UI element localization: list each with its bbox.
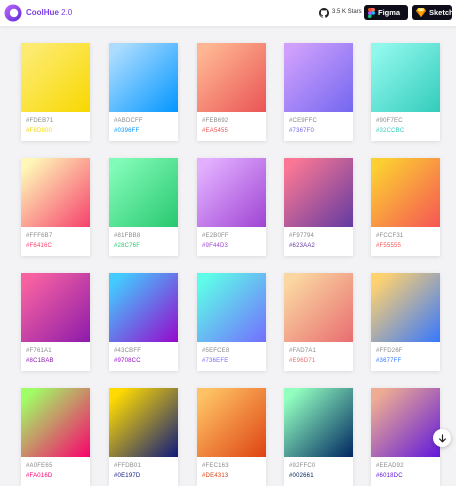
- gradient-end-hex[interactable]: #0E197D: [114, 473, 140, 479]
- gradient-start-hex[interactable]: #81FBB8: [114, 233, 140, 239]
- gradient-card[interactable]: #81FBB8 #28C76F: [109, 158, 178, 256]
- gradient-card[interactable]: #CE9FFC #7367F0: [284, 43, 353, 141]
- gradient-end-hex[interactable]: #EA5455: [202, 128, 228, 134]
- app-title[interactable]: CoolHue 2.0: [26, 8, 72, 17]
- arrow-down-icon: [438, 433, 446, 443]
- gradient-swatch[interactable]: [371, 273, 440, 342]
- gradient-swatch[interactable]: [284, 43, 353, 112]
- sketch-label: Sketch: [429, 8, 454, 17]
- gradient-start-hex[interactable]: #F97794: [289, 233, 314, 239]
- gradient-swatch[interactable]: [284, 273, 353, 342]
- gradient-card[interactable]: #FDEB71 #F8D800: [21, 43, 90, 141]
- github-icon[interactable]: [319, 8, 329, 18]
- gradient-start-hex[interactable]: #43CBFF: [114, 348, 141, 354]
- top-bar: CoolHue 2.0 3.5 K Stars Figma Sketch: [0, 0, 456, 26]
- gradient-end-hex[interactable]: #8C1BAB: [26, 358, 54, 364]
- gradient-swatch[interactable]: [197, 388, 266, 457]
- gradient-start-hex[interactable]: #FEB692: [202, 118, 228, 124]
- gradient-card[interactable]: #92FFC0 #002661: [284, 388, 353, 486]
- gradient-end-hex[interactable]: #002661: [289, 473, 314, 479]
- gradient-swatch[interactable]: [284, 388, 353, 457]
- gradient-swatch[interactable]: [109, 273, 178, 342]
- gradient-start-hex[interactable]: #EEAD92: [376, 463, 404, 469]
- gradient-end-hex[interactable]: #0396FF: [114, 128, 139, 134]
- figma-download-button[interactable]: Figma: [364, 5, 408, 20]
- gradient-end-hex[interactable]: #3677FF: [376, 358, 401, 364]
- gradient-swatch[interactable]: [21, 273, 90, 342]
- gradient-end-hex[interactable]: #9F44D3: [202, 243, 228, 249]
- gradient-card[interactable]: #F97794 #623AA2: [284, 158, 353, 256]
- gradient-card[interactable]: #A0FE65 #FA016D: [21, 388, 90, 486]
- gradient-swatch[interactable]: [109, 43, 178, 112]
- gradient-end-hex[interactable]: #FA016D: [26, 473, 52, 479]
- gradient-card[interactable]: #FEB692 #EA5455: [197, 43, 266, 141]
- gradient-swatch[interactable]: [109, 388, 178, 457]
- gradient-start-hex[interactable]: #CE9FFC: [289, 118, 317, 124]
- gradient-card[interactable]: #FFDB01 #0E197D: [109, 388, 178, 486]
- sketch-icon: [416, 8, 426, 17]
- github-stars-count[interactable]: 3.5 K Stars: [332, 9, 362, 15]
- gradient-swatch[interactable]: [197, 158, 266, 227]
- gradient-swatch[interactable]: [21, 388, 90, 457]
- gradient-end-hex[interactable]: #623AA2: [289, 243, 315, 249]
- gradient-end-hex[interactable]: #9708CC: [114, 358, 141, 364]
- gradient-swatch[interactable]: [197, 273, 266, 342]
- gradient-end-hex[interactable]: #7367F0: [289, 128, 314, 134]
- gradient-start-hex[interactable]: #92FFC0: [289, 463, 315, 469]
- figma-label: Figma: [378, 8, 401, 17]
- gradient-end-hex[interactable]: #736EFE: [202, 358, 228, 364]
- gradient-swatch[interactable]: [371, 158, 440, 227]
- gradient-end-hex[interactable]: #DE4313: [202, 473, 228, 479]
- gradient-start-hex[interactable]: #FFF6B7: [26, 233, 52, 239]
- scroll-down-button[interactable]: [433, 429, 451, 447]
- gradient-swatch[interactable]: [284, 158, 353, 227]
- gradient-card[interactable]: #ABDCFF #0396FF: [109, 43, 178, 141]
- gradient-card[interactable]: #43CBFF #9708CC: [109, 273, 178, 371]
- gradient-end-hex[interactable]: #F6416C: [26, 243, 52, 249]
- gradient-swatch[interactable]: [371, 388, 440, 457]
- gradient-card[interactable]: #90F7EC #32CCBC: [371, 43, 440, 141]
- gradient-start-hex[interactable]: #FCCF31: [376, 233, 403, 239]
- gradient-end-hex[interactable]: #E96D71: [289, 358, 315, 364]
- gradient-card[interactable]: #FAD7A1 #E96D71: [284, 273, 353, 371]
- coolhue-logo-icon[interactable]: [4, 4, 22, 22]
- sketch-download-button[interactable]: Sketch: [412, 5, 454, 20]
- gradient-start-hex[interactable]: #E2B0FF: [202, 233, 229, 239]
- brand-version: 2.0: [61, 8, 73, 17]
- gradient-end-hex[interactable]: #6018DC: [376, 473, 403, 479]
- gradient-end-hex[interactable]: #32CCBC: [376, 128, 404, 134]
- gradient-swatch[interactable]: [109, 158, 178, 227]
- gradient-card[interactable]: #E2B0FF #9F44D3: [197, 158, 266, 256]
- gradient-start-hex[interactable]: #F761A1: [26, 348, 52, 354]
- gradient-swatch[interactable]: [371, 43, 440, 112]
- gradient-card[interactable]: #EEAD92 #6018DC: [371, 388, 440, 486]
- gradient-card[interactable]: #FCCF31 #F55555: [371, 158, 440, 256]
- gradient-start-hex[interactable]: #A0FE65: [26, 463, 52, 469]
- gradient-card[interactable]: #FEC163 #DE4313: [197, 388, 266, 486]
- gradient-start-hex[interactable]: #FFD26F: [376, 348, 403, 354]
- gradient-card[interactable]: #5EFCE8 #736EFE: [197, 273, 266, 371]
- gradient-swatch[interactable]: [197, 43, 266, 112]
- gradient-end-hex[interactable]: #F55555: [376, 243, 401, 249]
- gradient-start-hex[interactable]: #5EFCE8: [202, 348, 229, 354]
- gradient-start-hex[interactable]: #ABDCFF: [114, 118, 143, 124]
- gradient-start-hex[interactable]: #FFDB01: [114, 463, 141, 469]
- gradient-card[interactable]: #FFD26F #3677FF: [371, 273, 440, 371]
- gradient-start-hex[interactable]: #FAD7A1: [289, 348, 316, 354]
- gradient-start-hex[interactable]: #90F7EC: [376, 118, 403, 124]
- gradient-start-hex[interactable]: #FDEB71: [26, 118, 53, 124]
- figma-icon: [368, 7, 375, 18]
- gradient-start-hex[interactable]: #FEC163: [202, 463, 229, 469]
- gradient-swatch[interactable]: [21, 158, 90, 227]
- gradient-card[interactable]: #F761A1 #8C1BAB: [21, 273, 90, 371]
- gradient-end-hex[interactable]: #F8D800: [26, 128, 52, 134]
- gradient-card[interactable]: #FFF6B7 #F6416C: [21, 158, 90, 256]
- gradient-swatch[interactable]: [21, 43, 90, 112]
- brand-name: CoolHue: [26, 8, 59, 17]
- gradient-end-hex[interactable]: #28C76F: [114, 243, 140, 249]
